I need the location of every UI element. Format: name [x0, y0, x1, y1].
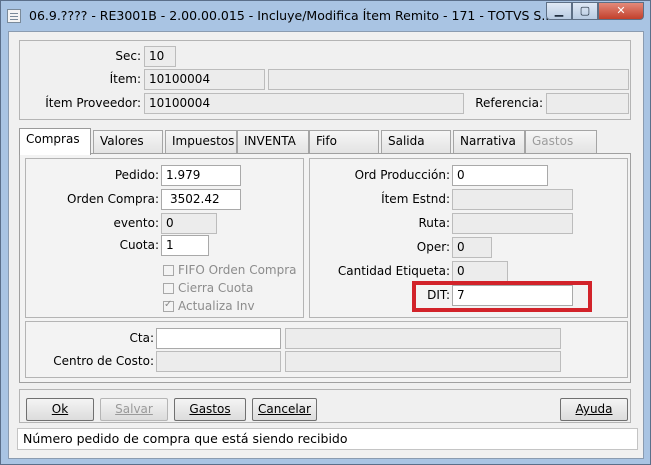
status-bar: Número pedido de compra que está siendo … [17, 428, 638, 450]
actualiza-inv-box[interactable] [163, 299, 174, 312]
ayuda-button[interactable]: Ayuda [560, 398, 628, 421]
item-field[interactable]: 10100004 [144, 69, 265, 90]
dit-field[interactable]: 7 [452, 285, 573, 306]
orden-compra-field[interactable]: 3502.42 [161, 189, 241, 210]
ruta-field[interactable] [452, 213, 573, 234]
cierra-cuota-box[interactable] [163, 283, 174, 294]
cierra-cuota-checkbox[interactable]: Cierra Cuota [163, 281, 253, 295]
cierra-cuota-label: Cierra Cuota [178, 281, 254, 295]
centro-costo-label: Centro de Costo: [53, 354, 154, 368]
tab-salida[interactable]: Salida [381, 130, 451, 153]
referencia-label: Referencia: [475, 96, 543, 110]
evento-field[interactable]: 0 [161, 213, 217, 234]
cta-label: Cta: [129, 331, 154, 345]
item-proveedor-field[interactable]: 10100004 [144, 93, 464, 114]
evento-label: evento: [113, 216, 159, 230]
tab-compras[interactable]: Compras [19, 128, 91, 155]
item-estnd-field[interactable] [452, 189, 573, 210]
item-estnd-label: Ítem Estnd: [381, 192, 450, 206]
cancelar-button[interactable]: Cancelar [252, 398, 317, 421]
fifo-orden-compra-box[interactable] [163, 265, 174, 276]
ord-produccion-field[interactable]: 0 [452, 165, 548, 186]
application-icon[interactable] [7, 9, 21, 23]
salvar-button[interactable]: Salvar [100, 398, 168, 421]
gastos-button-label: Gastos [189, 402, 231, 416]
ok-button[interactable]: Ok [26, 398, 94, 421]
window-title: 06.9.???? - RE3001B - 2.00.00.015 - Incl… [29, 8, 569, 23]
actualiza-inv-label: Actualiza Inv [178, 299, 255, 313]
item-description-field[interactable] [268, 69, 629, 90]
sec-label: Sec: [115, 49, 141, 63]
dialog-client-area: Sec: 10 Ítem: 10100004 Ítem Proveedor: 1… [8, 31, 644, 459]
tab-valores[interactable]: Valores [93, 130, 163, 153]
minimize-icon: ▁ [554, 4, 564, 17]
ord-produccion-label: Ord Producción: [354, 168, 450, 182]
cuota-field[interactable]: 1 [161, 235, 209, 256]
fifo-orden-compra-checkbox[interactable]: FIFO Orden Compra [163, 263, 297, 277]
title-bar[interactable]: 06.9.???? - RE3001B - 2.00.00.015 - Incl… [1, 1, 650, 31]
ruta-label: Ruta: [418, 216, 450, 230]
close-icon: ✕ [616, 4, 626, 17]
oper-label: Oper: [416, 240, 450, 254]
tab-gastos[interactable]: Gastos [525, 130, 597, 153]
tab-impuestos[interactable]: Impuestos [165, 130, 237, 153]
dit-label: DIT: [427, 288, 450, 302]
orden-compra-label: Orden Compra: [67, 192, 159, 206]
cta-description-field[interactable] [285, 328, 561, 349]
minimize-button[interactable]: ▁ [546, 2, 572, 20]
cantidad-etiqueta-label: Cantidad Etiqueta: [337, 264, 450, 278]
actualiza-inv-checkbox[interactable]: Actualiza Inv [163, 299, 255, 313]
item-label: Ítem: [109, 72, 141, 86]
close-button[interactable]: ✕ [598, 2, 644, 20]
gastos-button[interactable]: Gastos [174, 398, 246, 421]
pedido-field[interactable]: 1.979 [161, 165, 241, 186]
tab-fifo[interactable]: Fifo [309, 130, 379, 153]
cuota-label: Cuota: [119, 238, 159, 252]
ayuda-button-label: Ayuda [575, 402, 613, 416]
centro-costo-field[interactable] [156, 351, 281, 372]
oper-field[interactable]: 0 [452, 237, 492, 258]
centro-costo-description-field[interactable] [285, 351, 561, 372]
application-window: 06.9.???? - RE3001B - 2.00.00.015 - Incl… [0, 0, 651, 465]
pedido-label: Pedido: [114, 168, 159, 182]
fifo-orden-compra-label: FIFO Orden Compra [178, 263, 297, 277]
tab-narrativa[interactable]: Narrativa [453, 130, 525, 153]
cantidad-etiqueta-field[interactable]: 0 [452, 261, 508, 282]
salvar-button-label: Salvar [115, 402, 153, 416]
maximize-button[interactable]: ▢ [572, 2, 598, 20]
cta-field[interactable] [156, 328, 281, 349]
sec-field[interactable]: 10 [144, 46, 176, 67]
cancelar-button-label: Cancelar [258, 402, 311, 416]
maximize-icon: ▢ [579, 4, 591, 17]
referencia-field[interactable] [546, 93, 629, 114]
tab-inventa[interactable]: INVENTA [237, 130, 309, 153]
ok-button-label: Ok [51, 402, 69, 416]
item-proveedor-label: Ítem Proveedor: [45, 96, 141, 110]
